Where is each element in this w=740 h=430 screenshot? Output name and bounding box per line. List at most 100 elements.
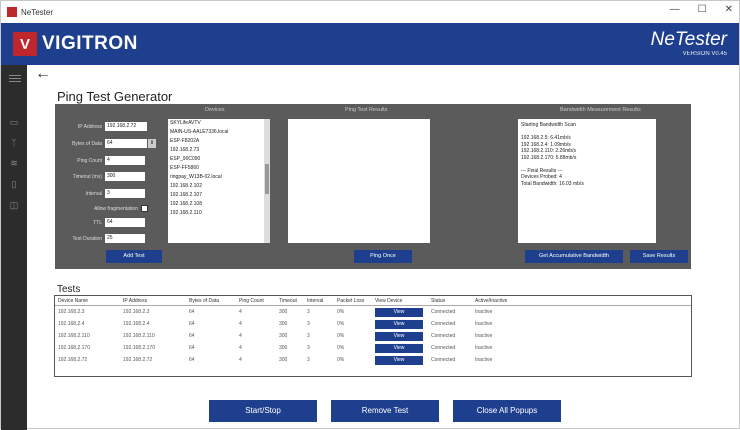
devices-scrollbar[interactable] <box>264 119 270 243</box>
device-list-item[interactable]: 192.168.2.108 <box>168 200 270 209</box>
ttl-input[interactable]: 64 <box>105 218 145 227</box>
duration-input[interactable]: 25 <box>105 234 145 243</box>
table-cell: 0% <box>337 321 345 327</box>
table-row[interactable]: 192.168.2.4 192.168.2.4 64 4 300 3 0% View Conne… <box>55 318 691 330</box>
close-popups-button[interactable]: Close All Popups <box>453 400 561 422</box>
table-cell: Connected <box>431 345 456 351</box>
table-cell: 0% <box>337 333 345 339</box>
ping-count-input[interactable]: 4 <box>105 156 145 165</box>
device-list-item[interactable]: ESP_90C090 <box>168 155 270 164</box>
brand-header: V VIGITRON NeTester VERSION V0.45 <box>1 23 739 65</box>
antenna-icon[interactable]: ᛉ <box>1 138 27 148</box>
close-button[interactable]: ✕ <box>725 4 733 15</box>
left-rail: ▭ ᛉ ≋ ▯ ◫ <box>1 65 27 430</box>
device-list-item[interactable]: 192.168.2.73 <box>168 146 270 155</box>
table-cell: 192.168.2.4 <box>58 321 85 327</box>
column-header: Status <box>431 298 446 304</box>
table-cell: 300 <box>279 309 288 315</box>
interval-input[interactable]: 3 <box>105 189 145 198</box>
devices-list[interactable]: SKYLifeAVTV MAIN-US-AALE7336.local ESP-F82… <box>168 119 270 243</box>
table-cell: 4 <box>239 321 242 327</box>
table-cell: View <box>375 343 431 353</box>
device-list-item[interactable]: 192.168.2.107 <box>168 191 270 200</box>
bandwidth-heading: Bandwidth Measurement Results <box>560 107 641 113</box>
table-cell: 3 <box>307 309 310 315</box>
device-list-item[interactable]: ringpay_W13B-02.local <box>168 173 270 182</box>
add-test-button[interactable]: Add Test <box>106 250 162 263</box>
device-list-item[interactable]: ESP-FF5860 <box>168 164 270 173</box>
monitor-icon[interactable]: ▭ <box>1 117 27 128</box>
table-cell: 64 <box>189 309 195 315</box>
table-cell: Connected <box>431 321 456 327</box>
column-header: View Device <box>375 298 403 304</box>
form-row-count: Ping Count 4 <box>55 155 145 166</box>
bytes-input[interactable]: 64 <box>105 139 147 148</box>
table-row[interactable]: 192.168.2.110 192.168.2.110 64 4 300 3 0% View C… <box>55 330 691 342</box>
page-title: Ping Test Generator <box>57 89 173 104</box>
interval-label: Interval <box>85 190 102 197</box>
table-cell: 300 <box>279 321 288 327</box>
bandwidth-line: Total Bandwidth: 16.03 mb/s <box>521 180 584 187</box>
form-row-ip: IP Address 192.168.2.72 <box>55 121 147 132</box>
table-cell: 3 <box>307 333 310 339</box>
document-icon[interactable]: ▯ <box>1 179 27 190</box>
timeout-label: Timeout (ms) <box>72 173 102 180</box>
table-row[interactable]: 192.168.2.72 192.168.2.72 64 4 300 3 0% View Con… <box>55 354 691 366</box>
table-cell: 192.168.2.170 <box>58 345 90 351</box>
table-row[interactable]: 192.168.2.170 192.168.2.170 64 4 300 3 0% View C… <box>55 342 691 354</box>
column-header: Interval <box>307 298 324 304</box>
view-device-button[interactable]: View <box>375 307 423 317</box>
view-device-button[interactable]: View <box>375 343 423 353</box>
ping-once-button[interactable]: Ping Once <box>354 250 412 263</box>
ip-address-input[interactable]: 192.168.2.72 <box>105 122 147 131</box>
column-header: Active/Inactive <box>475 298 508 304</box>
table-cell: Connected <box>431 357 456 363</box>
device-list-item[interactable]: SKYLifeAVTV <box>168 119 270 128</box>
fragment-label: Allow fragmentation <box>94 205 138 212</box>
column-header: Device Name <box>58 298 89 304</box>
wifi-icon[interactable]: ≋ <box>1 158 27 169</box>
device-list-item[interactable]: MAIN-US-AALE7336.local <box>168 128 270 137</box>
logo-mark: V <box>13 32 37 56</box>
fragment-checkbox[interactable] <box>141 205 148 212</box>
save-icon[interactable]: ◫ <box>1 200 27 211</box>
form-row-bytes: Bytes of Data 64 ⇕ <box>55 138 156 149</box>
view-device-button[interactable]: View <box>375 355 423 365</box>
duration-label: Test Duration <box>72 235 102 242</box>
window-title: NeTester <box>21 7 54 17</box>
timeout-input[interactable]: 300 <box>105 172 145 181</box>
back-arrow-icon[interactable]: ← <box>35 65 51 83</box>
device-list-item[interactable]: ESP-F8202A <box>168 137 270 146</box>
table-cell: 192.168.2.170 <box>123 345 155 351</box>
devices-heading: Devices <box>205 107 225 113</box>
get-bandwidth-button[interactable]: Get Accumulative Bandwidth <box>525 250 623 263</box>
minimize-button[interactable]: — <box>670 4 680 15</box>
version-label: VERSION V0.45 <box>682 51 727 57</box>
start-stop-button[interactable]: Start/Stop <box>209 400 317 422</box>
table-cell: 300 <box>279 357 288 363</box>
device-list-item[interactable]: 192.168.2.110 <box>168 209 270 218</box>
table-cell: 0% <box>337 345 345 351</box>
table-cell: Inactive <box>475 357 493 363</box>
bytes-stepper[interactable]: ⇕ <box>148 139 156 148</box>
view-device-button[interactable]: View <box>375 331 423 341</box>
table-row[interactable]: 192.168.2.3 192.168.2.3 64 4 300 3 0% View Conne… <box>55 306 691 318</box>
table-cell: Connected <box>431 333 456 339</box>
table-cell: 0% <box>337 357 345 363</box>
ping-results-box <box>288 119 430 243</box>
app-window: NeTester — ☐ ✕ V VIGITRON NeTester VERSI… <box>0 0 740 430</box>
column-header: Ping Count <box>239 298 264 304</box>
view-device-button[interactable]: View <box>375 319 423 329</box>
device-list-item[interactable]: 192.168.2.102 <box>168 182 270 191</box>
table-cell: Inactive <box>475 321 493 327</box>
tests-heading: Tests <box>57 284 81 295</box>
table-cell: Inactive <box>475 333 493 339</box>
remove-test-button[interactable]: Remove Test <box>331 400 439 422</box>
maximize-button[interactable]: ☐ <box>698 4 707 15</box>
table-cell: 192.168.2.72 <box>58 357 88 363</box>
table-cell: View <box>375 355 431 365</box>
table-cell: 192.168.2.72 <box>123 357 153 363</box>
menu-icon[interactable] <box>9 73 21 84</box>
table-cell: 300 <box>279 345 288 351</box>
save-results-button[interactable]: Save Results <box>630 250 688 263</box>
